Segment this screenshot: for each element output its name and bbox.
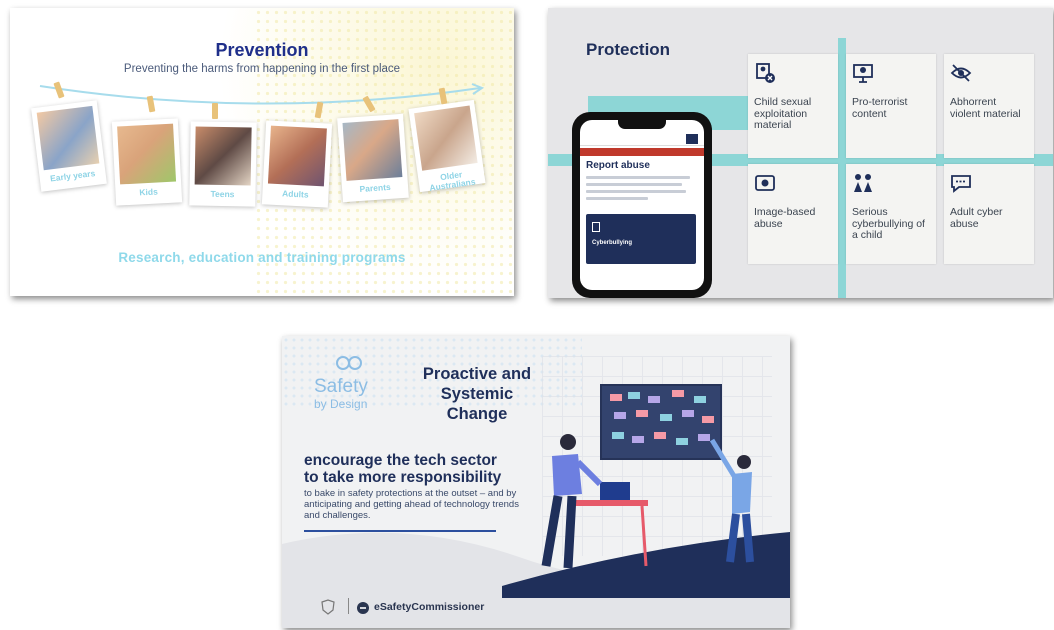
card-serious-cyberbullying: Serious cyberbullying of a child xyxy=(846,164,936,264)
protection-title: Protection xyxy=(586,40,671,59)
card-label: Adult cyber abuse xyxy=(950,206,1003,230)
body-text-lines xyxy=(586,176,690,204)
speech-bubble-icon xyxy=(951,175,971,193)
photo-parents: Parents xyxy=(337,113,409,203)
photo-caption: Kids xyxy=(139,186,159,198)
photo-adults: Adults xyxy=(261,120,333,208)
phone-notch xyxy=(618,120,666,129)
phone-screen: Report abuse Report abuse Cyberbullying xyxy=(580,120,704,290)
prevention-slide: Prevention Preventing the harms from hap… xyxy=(10,8,514,296)
cyberbullying-label: Cyberbullying xyxy=(592,240,633,246)
card-image-based-abuse: Image-based abuse xyxy=(748,164,838,264)
esafety-brand: eSafetyCommissioner xyxy=(374,601,485,613)
proactive-slide: Safety by Design Proactive and Systemic … xyxy=(282,336,790,628)
menu-icon[interactable] xyxy=(686,134,698,144)
photo-image xyxy=(267,125,327,187)
photo-image xyxy=(36,105,100,171)
esafety-logo-icon xyxy=(357,602,369,614)
camera-icon xyxy=(755,175,775,191)
children-icon xyxy=(854,174,872,192)
people-illustration xyxy=(541,434,754,569)
photo-caption: Parents xyxy=(359,181,391,195)
card-adult-cyber-abuse: Adult cyber abuse xyxy=(944,164,1034,264)
photo-early-years: Early years xyxy=(31,100,107,192)
card-label: Serious cyberbullying of a child xyxy=(852,206,925,241)
photo-caption: Early years xyxy=(49,168,96,184)
protection-slide: Protection Report abuse Report abuse Cyb… xyxy=(548,8,1053,298)
report-banner: Report abuse xyxy=(580,148,704,163)
terrorist-content-icon xyxy=(853,64,873,83)
card-pro-terrorist: Pro-terrorist content xyxy=(846,54,936,158)
card-label: Abhorrent violent material xyxy=(950,96,1021,120)
teal-band-vertical xyxy=(838,38,846,298)
photo-image xyxy=(342,119,403,181)
card-child-exploitation: Child sexual exploitation material xyxy=(748,54,838,158)
card-label: Image-based abuse xyxy=(754,206,816,230)
photo-older-australians: Older Australians xyxy=(408,99,486,193)
photo-teens: Teens xyxy=(189,121,257,207)
card-label: Child sexual exploitation material xyxy=(754,96,812,131)
photo-caption: Teens xyxy=(210,188,235,200)
peg xyxy=(212,103,218,119)
photo-image xyxy=(194,126,252,186)
coat-of-arms-icon xyxy=(321,599,335,615)
report-abuse-heading: Report abuse xyxy=(586,160,650,171)
document-icon xyxy=(592,222,600,232)
photo-kids: Kids xyxy=(111,118,183,206)
eye-slash-icon xyxy=(950,64,972,82)
cyberbullying-button[interactable]: Cyberbullying xyxy=(586,214,696,264)
card-abhorrent-violent: Abhorrent violent material xyxy=(944,54,1034,158)
photo-image xyxy=(117,123,177,185)
child-safety-icon xyxy=(756,63,775,83)
phone-mockup: Report abuse Report abuse Cyberbullying xyxy=(572,112,712,298)
divider xyxy=(348,598,349,614)
photo-image xyxy=(414,105,478,171)
prevention-footer: Research, education and training program… xyxy=(118,250,406,265)
card-label: Pro-terrorist content xyxy=(852,96,908,120)
photo-caption: Adults xyxy=(281,188,309,200)
